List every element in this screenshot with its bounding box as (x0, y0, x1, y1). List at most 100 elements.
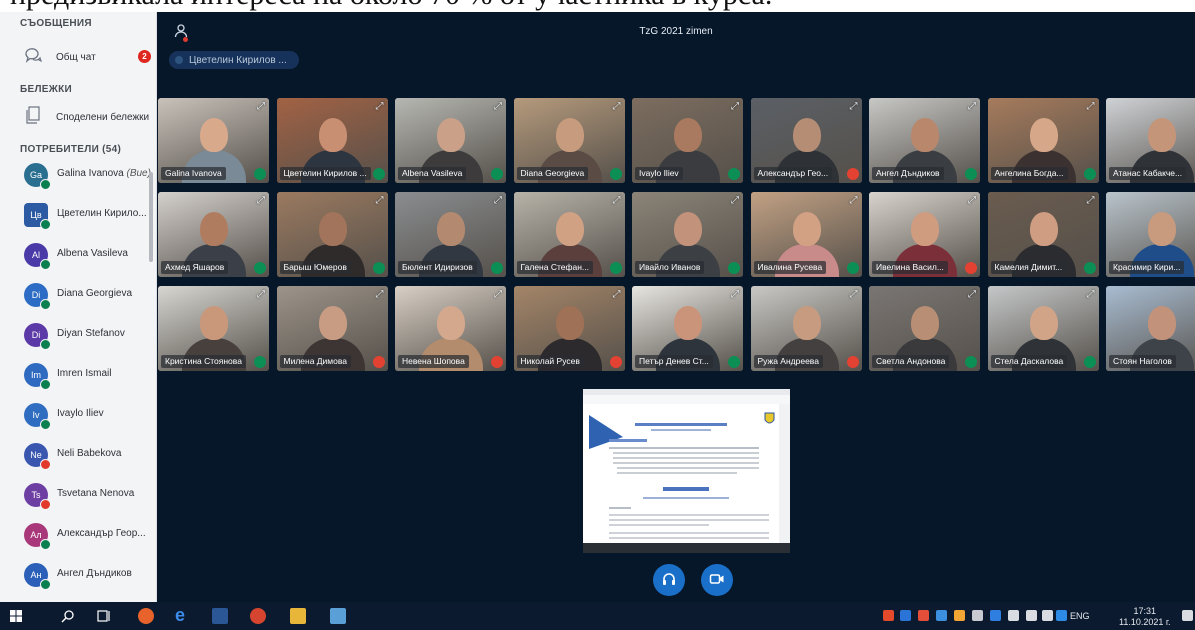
user-list-item[interactable]: Цв Цветелин Кирило... (0, 197, 150, 237)
user-list-item[interactable]: Iv Ivaylo Iliev (0, 397, 150, 437)
expand-icon[interactable]: ⤢ (376, 289, 384, 300)
public-chat-item[interactable]: Общ чат 2 (0, 42, 151, 72)
language-indicator[interactable]: ENG (1070, 611, 1090, 621)
file-explorer-icon[interactable] (290, 608, 306, 624)
participant-name: Атанас Кабакче... (1109, 167, 1187, 180)
video-tile[interactable]: ⤢ Ivaylo Iliev (632, 98, 743, 183)
presenter-chip[interactable]: Цветелин Кирилов ... (169, 51, 299, 69)
expand-icon[interactable]: ⤢ (850, 195, 858, 206)
participant-head (1029, 118, 1058, 152)
video-tile[interactable]: ⤢ Ангел Дъндиков (869, 98, 980, 183)
user-list-item[interactable]: Al Albena Vasileva (0, 237, 150, 277)
expand-icon[interactable]: ⤢ (376, 101, 384, 112)
video-tile[interactable]: ⤢ Петър Денев Ст... (632, 286, 743, 371)
word-icon[interactable] (212, 608, 228, 624)
tray-icon-2[interactable] (900, 610, 911, 621)
video-tile[interactable]: ⤢ Ивелина Васил... (869, 192, 980, 277)
user-list-item[interactable]: Ne Neli Babekova (0, 437, 150, 477)
expand-icon[interactable]: ⤢ (731, 195, 739, 206)
video-tile[interactable]: ⤢ Ивайло Иванов (632, 192, 743, 277)
expand-icon[interactable]: ⤢ (1087, 101, 1095, 112)
expand-icon[interactable]: ⤢ (1087, 195, 1095, 206)
mic-off-icon (846, 356, 859, 368)
expand-icon[interactable]: ⤢ (1087, 289, 1095, 300)
windows-start-icon[interactable] (8, 608, 24, 624)
user-list-item[interactable]: Di Diyan Stefanov (0, 317, 150, 357)
bluetooth-icon[interactable] (990, 610, 1001, 621)
input-icon[interactable] (1056, 610, 1067, 621)
video-tile[interactable]: ⤢Стоян Наголов (1106, 286, 1195, 371)
expand-icon[interactable]: ⤢ (494, 101, 502, 112)
expand-icon[interactable]: ⤢ (257, 101, 265, 112)
tray-icon-3[interactable] (918, 610, 929, 621)
video-tile[interactable]: ⤢ Ружа Андреева (750, 286, 862, 371)
expand-icon[interactable]: ⤢ (257, 289, 265, 300)
expand-icon[interactable]: ⤢ (613, 289, 621, 300)
expand-icon[interactable]: ⤢ (731, 289, 739, 300)
video-tile[interactable]: ⤢ Цветелин Кирилов ... (276, 98, 388, 183)
volume-icon[interactable] (1042, 610, 1053, 621)
expand-icon[interactable]: ⤢ (613, 101, 621, 112)
app-icon[interactable] (330, 608, 346, 624)
video-tile[interactable]: ⤢ Diana Georgieva (513, 98, 625, 183)
user-list-item[interactable]: Ts Tsvetana Nenova (0, 477, 150, 517)
participant-name: Ружа Андреева (753, 355, 823, 368)
expand-icon[interactable]: ⤢ (494, 289, 502, 300)
video-tile[interactable]: ⤢ Ахмед Яшаров (158, 192, 269, 277)
video-tile[interactable]: ⤢ Александър Гео... (750, 98, 862, 183)
video-tile[interactable]: ⤢ Светла Андонова (869, 286, 980, 371)
user-list-item[interactable]: Ан Ангел Дъндиков (0, 557, 150, 597)
expand-icon[interactable]: ⤢ (494, 195, 502, 206)
expand-icon[interactable]: ⤢ (968, 101, 976, 112)
video-tile[interactable]: ⤢ Барыш Юмеров (276, 192, 388, 277)
shared-notes-item[interactable]: Споделени бележки (0, 102, 150, 132)
battery-icon[interactable] (1008, 610, 1019, 621)
expand-icon[interactable]: ⤢ (968, 195, 976, 206)
video-tile[interactable]: ⤢ Милена Димова (276, 286, 388, 371)
public-chat-label: Общ чат (56, 51, 96, 63)
caption-text: предизвикала интереса на около 70 % от у… (10, 0, 772, 12)
tray-icon-6[interactable] (972, 610, 983, 621)
video-tile[interactable]: ⤢ Galina Ivanova (158, 98, 269, 183)
user-list-item[interactable]: Di Diana Georgieva (0, 277, 150, 317)
participant-name: Петър Денев Ст... (635, 355, 713, 368)
video-tile[interactable]: ⤢ Albena Vasileva (395, 98, 506, 183)
video-tile[interactable]: ⤢ Кристина Стоянова (158, 286, 269, 371)
task-view-icon[interactable] (96, 608, 112, 624)
participant-head (200, 212, 228, 246)
presentation-slide[interactable] (583, 389, 790, 553)
expand-icon[interactable]: ⤢ (257, 195, 265, 206)
edge-icon[interactable]: e (175, 606, 191, 624)
video-tile[interactable]: ⤢Красимир Кири... (1106, 192, 1195, 277)
video-tile[interactable]: ⤢ Николай Русев (513, 286, 625, 371)
video-tile[interactable]: ⤢ Стела Даскалова (987, 286, 1099, 371)
audio-button[interactable] (653, 564, 685, 596)
tray-icon-5[interactable] (954, 610, 965, 621)
notifications-icon[interactable] (1182, 610, 1193, 621)
chrome-icon[interactable] (250, 608, 266, 624)
expand-icon[interactable]: ⤢ (850, 101, 858, 112)
network-icon[interactable] (1026, 610, 1037, 621)
expand-icon[interactable]: ⤢ (731, 101, 739, 112)
video-tile[interactable]: ⤢ Галена Стефан... (513, 192, 625, 277)
firefox-icon[interactable] (138, 608, 154, 624)
expand-icon[interactable]: ⤢ (850, 289, 858, 300)
video-tile[interactable]: ⤢ Невена Шопова (395, 286, 506, 371)
video-tile[interactable]: ⤢Атанас Кабакче... (1106, 98, 1195, 183)
user-list-item[interactable]: Ga Galina Ivanova (Вие) (0, 157, 151, 197)
video-tile[interactable]: ⤢ Ивалина Русева (750, 192, 862, 277)
tray-icon-4[interactable] (936, 610, 947, 621)
video-button[interactable] (701, 564, 733, 596)
video-tile[interactable]: ⤢ Ангелина Богда... (987, 98, 1099, 183)
video-tile[interactable]: ⤢ Бюлент Идиризов (395, 192, 506, 277)
user-list-item[interactable]: Ал Александър Геор... (0, 517, 150, 557)
expand-icon[interactable]: ⤢ (613, 195, 621, 206)
expand-icon[interactable]: ⤢ (376, 195, 384, 206)
video-tile[interactable]: ⤢ Камелия Димит... (987, 192, 1099, 277)
clock[interactable]: 17:31 11.10.2021 г. (1119, 606, 1171, 628)
user-list-item[interactable]: Im Imren Ismail (0, 357, 150, 397)
tray-icon-1[interactable] (883, 610, 894, 621)
expand-icon[interactable]: ⤢ (968, 289, 976, 300)
user-list-scrollbar[interactable] (149, 172, 153, 262)
search-icon[interactable] (60, 608, 76, 624)
